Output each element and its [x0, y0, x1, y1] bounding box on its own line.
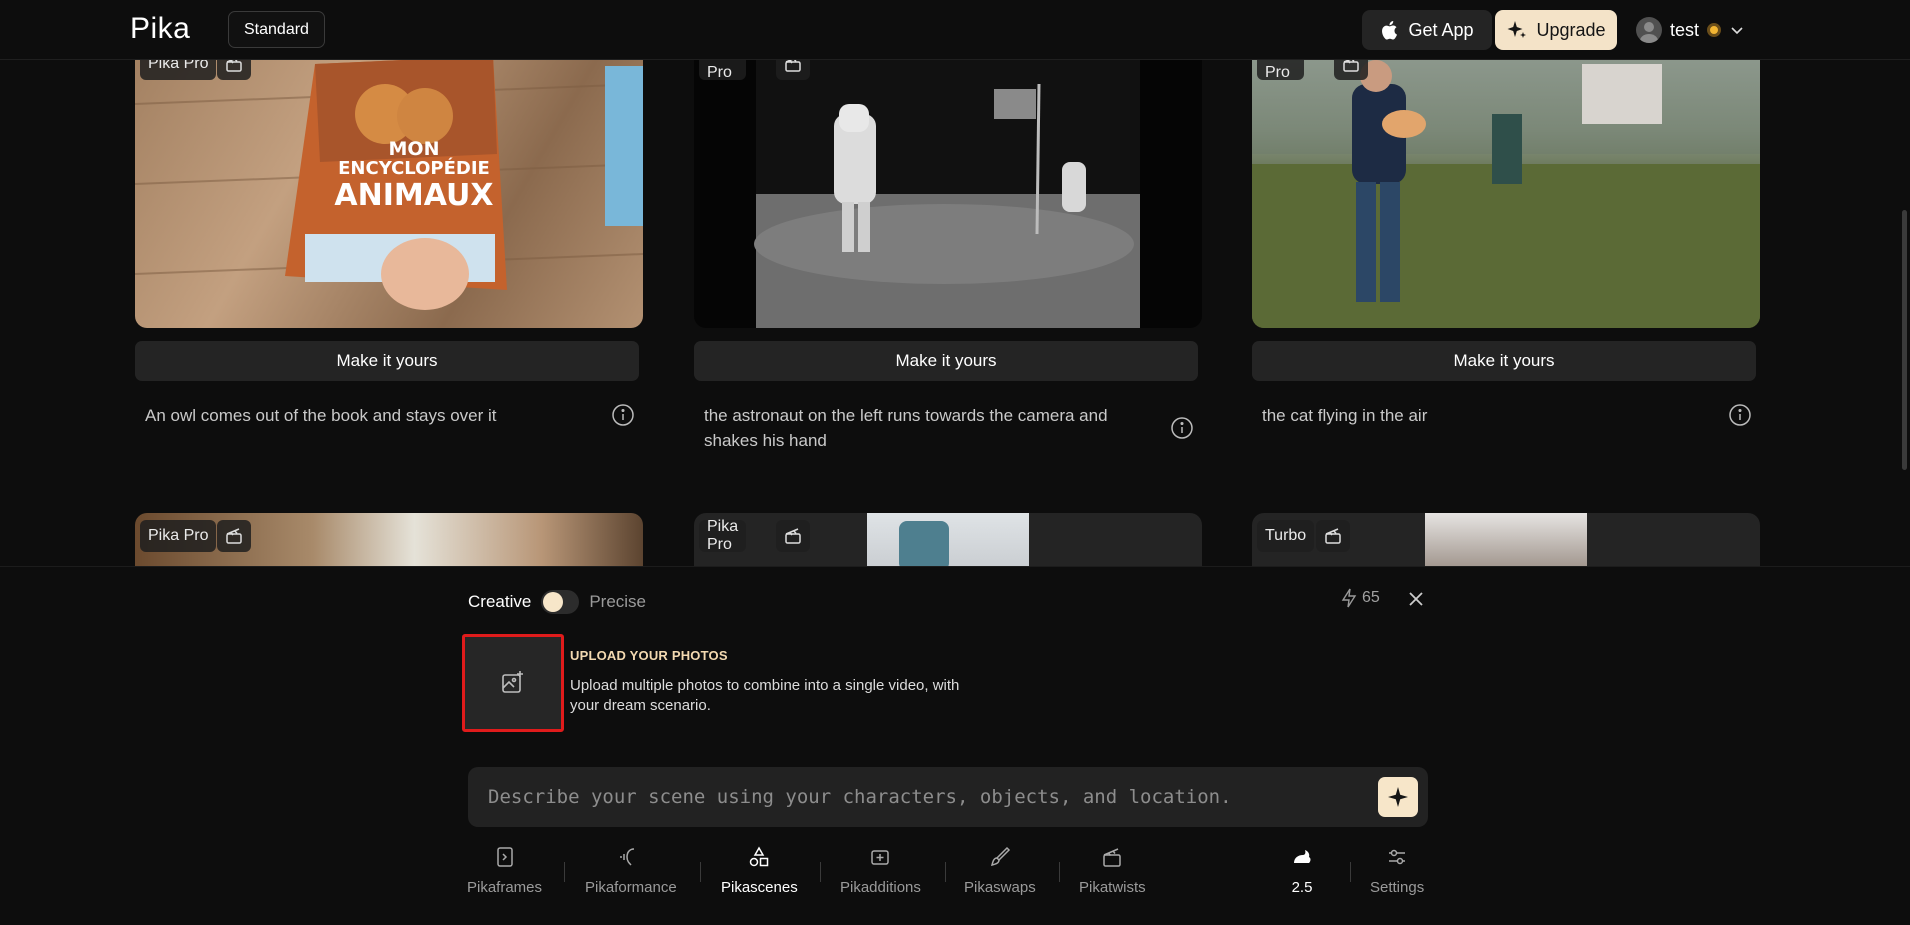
mode-creative-label: Creative: [468, 592, 532, 611]
performance-icon: [620, 848, 634, 866]
tool-label: Settings: [1370, 879, 1425, 896]
make-it-yours-button[interactable]: Make it yours: [135, 341, 639, 381]
tool-pikaswaps[interactable]: Pikaswaps: [964, 845, 1036, 905]
info-icon[interactable]: [1170, 416, 1194, 440]
upgrade-label: Upgrade: [1536, 19, 1606, 40]
sparkle-icon: [1388, 787, 1408, 807]
user-menu[interactable]: test: [1636, 16, 1745, 44]
model-version-button[interactable]: 2.5: [1290, 845, 1314, 905]
tool-label: Pikaswaps: [964, 879, 1036, 896]
tool-pikaformance[interactable]: Pikaformance: [585, 845, 677, 905]
username: test: [1670, 19, 1700, 40]
frames-icon: [496, 847, 513, 867]
get-app-label: Get App: [1408, 19, 1474, 40]
mode-precise-label: Precise: [589, 592, 646, 611]
close-icon[interactable]: [1405, 588, 1427, 610]
tool-label: Pikatwists: [1079, 879, 1146, 896]
video-thumbnail[interactable]: [694, 44, 1202, 328]
avatar: [1636, 17, 1662, 43]
sliders-icon: [1389, 849, 1406, 865]
video-thumbnail[interactable]: [1252, 44, 1760, 328]
add-frame-icon: [871, 850, 890, 865]
divider: [945, 862, 946, 882]
card-prompt: An owl comes out of the book and stays o…: [145, 406, 497, 425]
info-icon[interactable]: [1728, 403, 1752, 427]
tool-pikascenes[interactable]: Pikascenes: [721, 845, 798, 905]
settings-button[interactable]: Settings: [1370, 845, 1424, 905]
clapperboard-icon[interactable]: [217, 520, 251, 552]
book-title-line: MON: [388, 138, 440, 160]
clapperboard-icon[interactable]: [1316, 520, 1350, 552]
add-image-icon: [502, 671, 523, 693]
mode-switch[interactable]: Creative Precise: [468, 590, 646, 614]
credits-indicator: 65: [1340, 588, 1380, 608]
video-thumbnail[interactable]: [694, 513, 1202, 573]
sparkle-icon: [1507, 21, 1527, 38]
plan-button[interactable]: Standard: [228, 11, 325, 48]
upload-description: Upload multiple photos to combine into a…: [570, 677, 960, 714]
book-title: MON ENCYCLOPÉDIE ANIMAUX: [329, 139, 499, 213]
model-badge: Turbo: [1257, 520, 1315, 552]
book-title-line: ANIMAUX: [334, 178, 494, 213]
upgrade-button[interactable]: Upgrade: [1495, 10, 1617, 50]
prompt-input[interactable]: [488, 783, 1358, 811]
top-bar: Pika Standard Get App Upgrade test: [0, 0, 1910, 60]
tool-label: Pikaformance: [585, 879, 677, 896]
tool-label: Pikadditions: [840, 879, 921, 896]
book-title-line: ENCYCLOPÉDIE: [338, 158, 490, 179]
composer-panel: [0, 566, 1910, 925]
card-prompt: the cat flying in the air: [1262, 406, 1428, 425]
divider: [820, 862, 821, 882]
prompt-box: [468, 767, 1428, 827]
tool-pikatwists[interactable]: Pikatwists: [1079, 845, 1146, 905]
clapperboard-icon: [1103, 848, 1122, 867]
tool-pikadditions[interactable]: Pikadditions: [840, 845, 921, 905]
tool-label: Pikascenes: [721, 879, 798, 896]
apple-icon: [1382, 21, 1398, 40]
mode-toggle[interactable]: [541, 590, 580, 614]
card-prompt: the astronaut on the left runs towards t…: [704, 406, 1108, 450]
tool-label: Pikaframes: [467, 879, 543, 896]
scrollbar[interactable]: [1902, 210, 1907, 470]
divider: [564, 862, 565, 882]
coin-icon: [1707, 23, 1722, 37]
get-app-button[interactable]: Get App: [1362, 10, 1492, 50]
info-icon[interactable]: [611, 403, 635, 427]
pika-logo[interactable]: Pika: [130, 12, 190, 46]
make-it-yours-button[interactable]: Make it yours: [1252, 341, 1756, 381]
chevron-down-icon: [1731, 27, 1743, 35]
tool-pikaframes[interactable]: Pikaframes: [467, 845, 542, 905]
divider: [1350, 862, 1351, 882]
model-badge: Pika Pro: [140, 520, 217, 552]
rabbit-icon: [1294, 850, 1311, 863]
credits-value: 65: [1362, 589, 1380, 606]
bolt-icon: [1341, 588, 1357, 608]
video-frame-object: [899, 521, 949, 571]
divider: [1059, 862, 1060, 882]
brush-icon: [990, 846, 1010, 867]
model-badge: Pika Pro: [699, 518, 747, 553]
make-it-yours-button[interactable]: Make it yours: [694, 341, 1198, 381]
generate-button[interactable]: [1378, 777, 1418, 817]
model-version: 2.5: [1291, 879, 1313, 896]
shapes-icon: [750, 846, 769, 867]
video-frame: [1425, 513, 1587, 573]
clapperboard-icon[interactable]: [776, 520, 810, 552]
video-thumbnail[interactable]: MON ENCYCLOPÉDIE ANIMAUX: [135, 44, 643, 328]
upload-photos-button[interactable]: [462, 634, 564, 732]
upload-title: UPLOAD YOUR PHOTOS: [570, 648, 728, 663]
divider: [700, 862, 701, 882]
